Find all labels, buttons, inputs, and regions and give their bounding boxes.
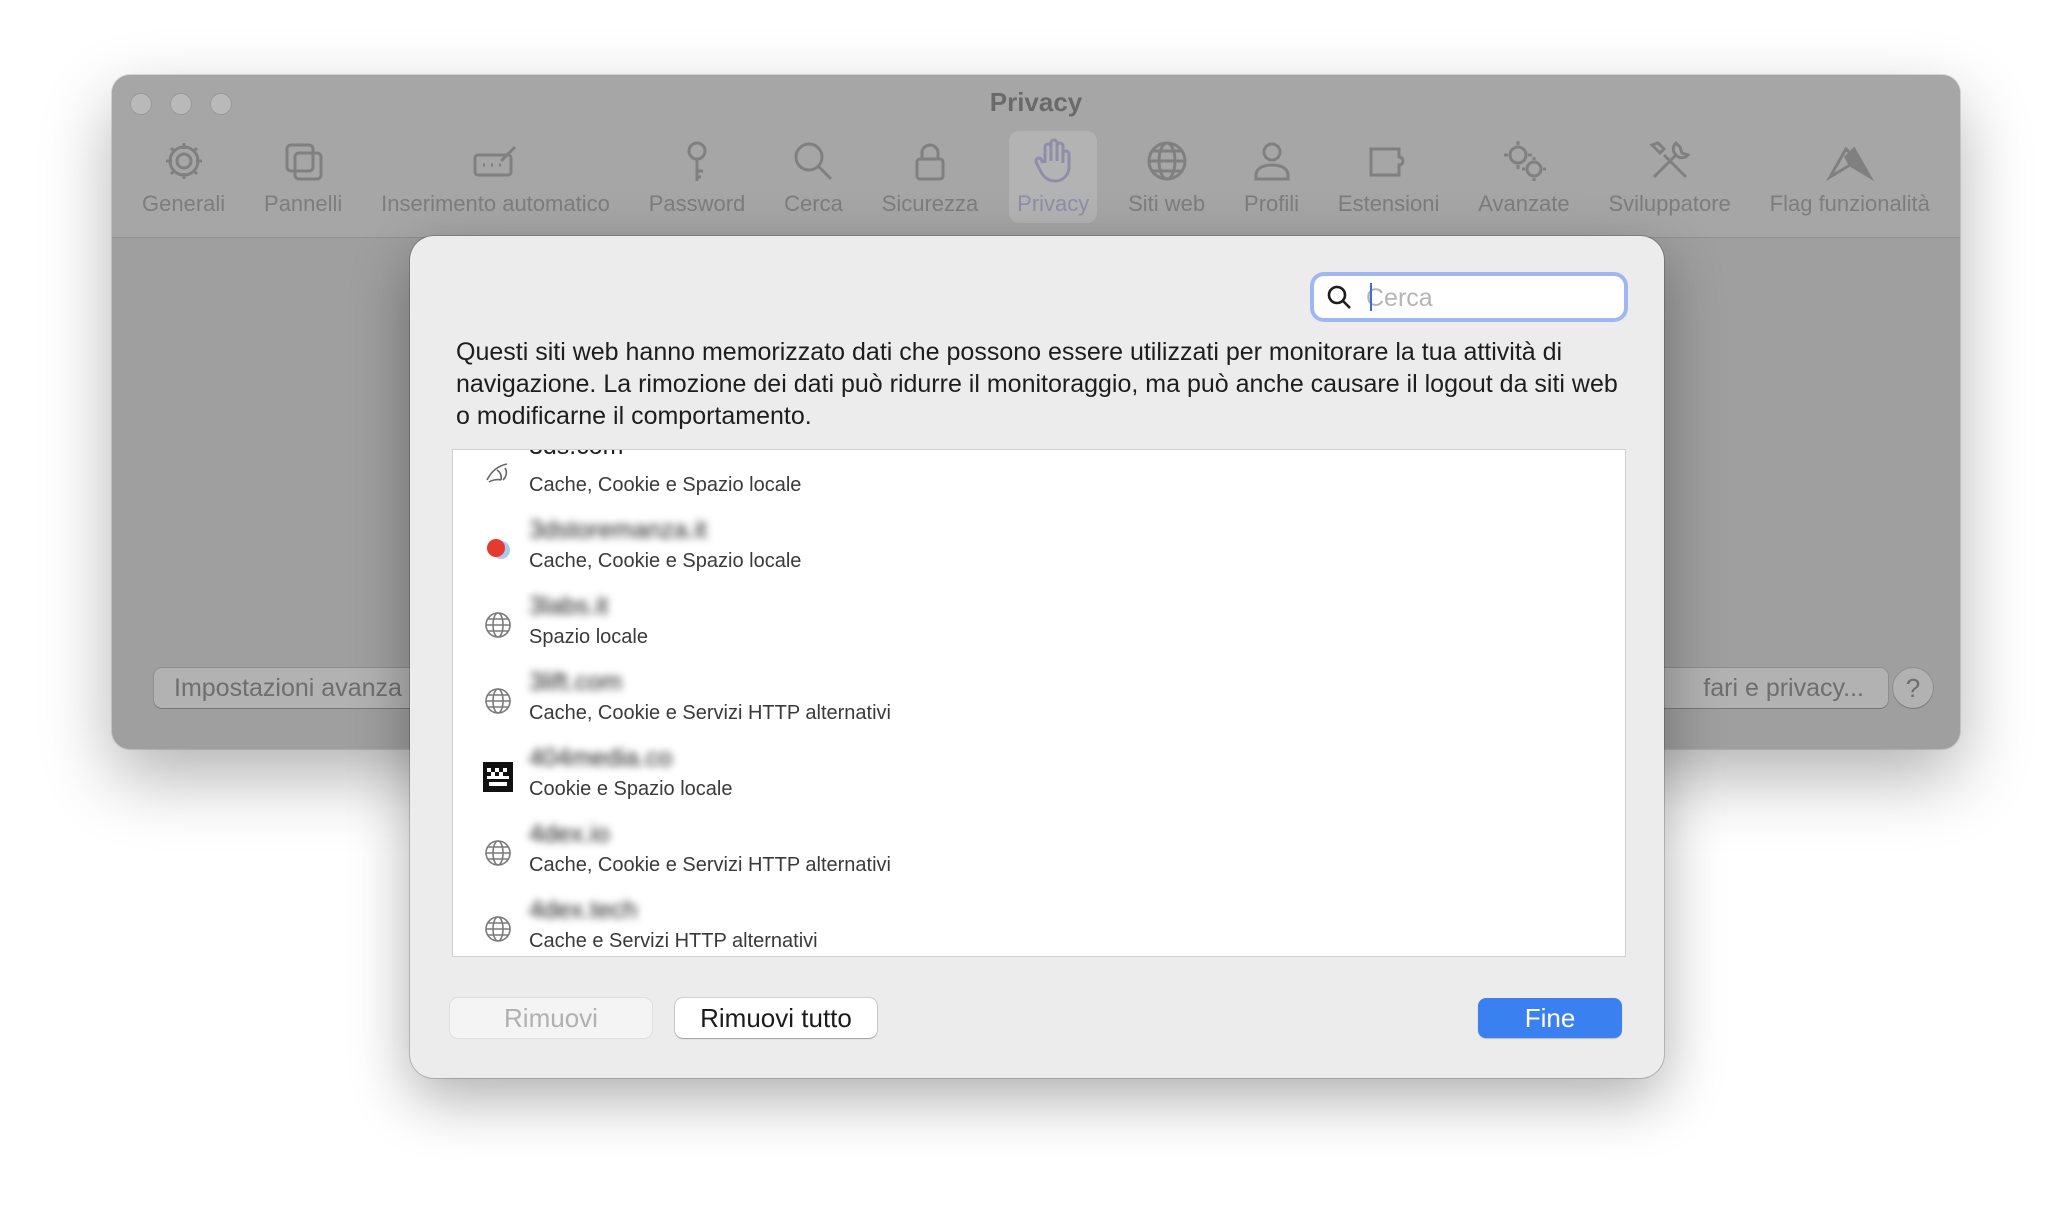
tab-sviluppatore[interactable]: Sviluppatore (1600, 131, 1738, 223)
site-data-types: Cache, Cookie e Spazio locale (529, 474, 802, 496)
list-item[interactable]: 4dex.io Cache, Cookie e Servizi HTTP alt… (453, 816, 1625, 892)
tab-inserimento-automatico[interactable]: Inserimento automatico (373, 131, 618, 223)
tab-privacy[interactable]: Privacy (1009, 131, 1098, 223)
tab-label: Generali (142, 191, 226, 216)
tab-label: Siti web (1128, 191, 1206, 216)
list-item[interactable]: 3labs.it Spazio locale (453, 588, 1625, 664)
site-domain: 4dex.tech (529, 896, 638, 924)
flags-icon (1825, 137, 1874, 185)
website-data-sheet: Questi siti web hanno memorizzato dati c… (410, 236, 1664, 1078)
site-domain: 404media.co (529, 744, 673, 772)
gears-icon (1500, 137, 1548, 185)
tabs-icon (279, 137, 327, 185)
tab-siti-web[interactable]: Siti web (1120, 131, 1213, 223)
hand-icon (1029, 137, 1077, 185)
advanced-settings-button[interactable]: Impostazioni avanza (154, 668, 434, 708)
puzzle-icon (1365, 137, 1413, 185)
site-domain: 3dstoremanza.it (529, 516, 707, 544)
tab-label: Inserimento automatico (381, 191, 610, 216)
search-input[interactable] (1364, 280, 1618, 316)
tab-flag-funzionalita[interactable]: Flag funzionalità (1762, 131, 1938, 223)
safari-privacy-button[interactable]: fari e privacy... (1652, 668, 1888, 708)
description-text: Questi siti web hanno memorizzato dati c… (456, 338, 1618, 430)
ds-logo-icon (483, 458, 513, 488)
help-button[interactable]: ? (1893, 668, 1933, 708)
toolbar: Privacy Generali Pannelli Inserimento au… (112, 75, 1960, 238)
website-data-list[interactable]: 3ds.com Cache, Cookie e Spazio locale 3d… (452, 449, 1626, 957)
site-domain: 3lift.com (529, 668, 623, 696)
site-data-types: Spazio locale (529, 626, 648, 648)
tab-label: Sviluppatore (1608, 191, 1731, 216)
tab-pannelli[interactable]: Pannelli (256, 131, 350, 223)
tab-label: Cerca (784, 191, 843, 216)
list-item[interactable]: 3dstoremanza.it Cache, Cookie e Spazio l… (453, 512, 1625, 588)
site-data-types: Cache e Servizi HTTP alternativi (529, 930, 818, 952)
globe-icon (483, 914, 513, 944)
tab-label: Profili (1244, 191, 1300, 216)
person-icon (1248, 137, 1296, 185)
tab-label: Avanzate (1478, 191, 1570, 216)
tab-avanzate[interactable]: Avanzate (1470, 131, 1577, 223)
globe-icon (483, 610, 513, 640)
site-data-types: Cache, Cookie e Servizi HTTP alternativi (529, 854, 891, 876)
list-item[interactable]: 404media.co Cookie e Spazio locale (453, 740, 1625, 816)
preferences-tabs: Generali Pannelli Inserimento automatico… (134, 131, 1938, 231)
tab-sicurezza[interactable]: Sicurezza (874, 131, 987, 223)
site-data-types: Cache, Cookie e Servizi HTTP alternativi (529, 702, 891, 724)
tab-estensioni[interactable]: Estensioni (1330, 131, 1448, 223)
remove-all-button[interactable]: Rimuovi tutto (675, 998, 877, 1038)
search-icon (789, 137, 837, 185)
window-title: Privacy (989, 87, 1083, 117)
globe-icon (1143, 137, 1191, 185)
site-domain: 3ds.com (529, 450, 623, 461)
tab-label: Sicurezza (881, 191, 979, 216)
tab-label: Estensioni (1337, 191, 1440, 216)
globe-icon (483, 838, 513, 868)
list-item[interactable]: 3lift.com Cache, Cookie e Servizi HTTP a… (453, 664, 1625, 740)
remove-button[interactable]: Rimuovi (450, 998, 652, 1038)
tab-password[interactable]: Password (641, 131, 754, 223)
site-domain: 3labs.it (529, 592, 609, 620)
tab-cerca[interactable]: Cerca (776, 131, 851, 223)
site-data-types: Cache, Cookie e Spazio locale (529, 550, 802, 572)
tab-label: Pannelli (264, 191, 343, 216)
red-dot-icon (483, 534, 513, 564)
tab-label: Flag funzionalità (1769, 191, 1930, 216)
pixel-logo-icon (483, 762, 513, 792)
text-cursor (1370, 283, 1372, 311)
pencil-field-icon (471, 137, 519, 185)
list-item[interactable]: 4dex.tech Cache e Servizi HTTP alternati… (453, 892, 1625, 956)
search-field[interactable] (1314, 276, 1624, 318)
gear-icon (160, 137, 208, 185)
site-data-types: Cookie e Spazio locale (529, 778, 733, 800)
search-icon (1326, 284, 1352, 310)
tab-label: Password (648, 191, 746, 216)
lock-icon (906, 137, 954, 185)
done-button[interactable]: Fine (1478, 998, 1622, 1038)
tab-profili[interactable]: Profili (1236, 131, 1307, 223)
globe-icon (483, 686, 513, 716)
list-item[interactable]: 3ds.com Cache, Cookie e Spazio locale (453, 450, 1625, 512)
tab-generali[interactable]: Generali (134, 131, 233, 223)
tab-label: Privacy (1017, 191, 1090, 216)
key-icon (673, 137, 721, 185)
site-domain: 4dex.io (529, 820, 610, 848)
tools-icon (1646, 137, 1694, 185)
